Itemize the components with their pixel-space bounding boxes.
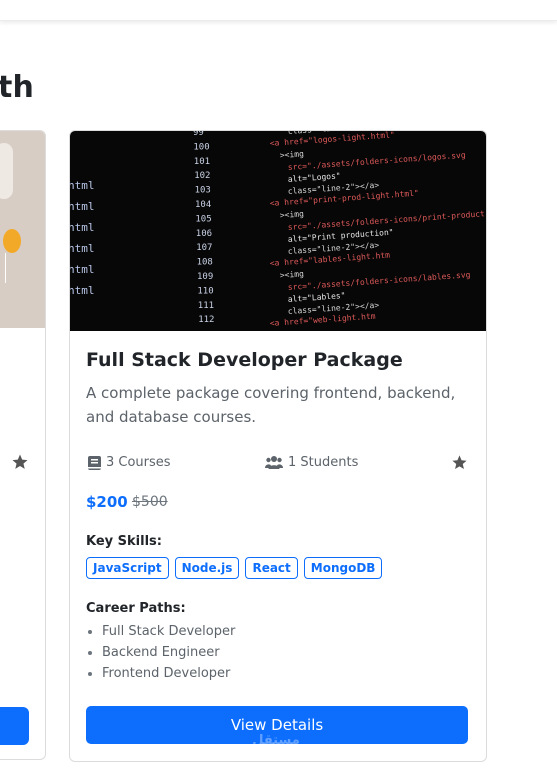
previous-course-card[interactable] <box>0 130 46 760</box>
code-text: html <box>70 200 95 213</box>
line-number: 110 <box>197 286 213 296</box>
line-number: 101 <box>194 157 210 167</box>
code-line: ><img <box>280 269 305 280</box>
career-paths-list: Full Stack Developer Backend Engineer Fr… <box>86 621 235 684</box>
section-title: th <box>0 70 35 105</box>
line-number: 105 <box>195 214 211 224</box>
code-line: alt="Logos" <box>288 171 341 184</box>
list-item: Frontend Developer <box>86 663 235 684</box>
line-number: 102 <box>194 171 210 181</box>
skill-tag: MongoDB <box>303 557 383 579</box>
career-paths-label: Career Paths: <box>86 601 186 616</box>
list-item: Full Stack Developer <box>86 621 235 642</box>
code-screenshot: html html html html html html 99 100 101 102 103 10… <box>70 131 485 328</box>
list-item: Backend Engineer <box>86 642 235 663</box>
course-package-card: html html html html html html 99 100 101 102 103 10… <box>69 130 487 762</box>
line-number: 107 <box>196 243 212 253</box>
watermark-latin: mostaql.com <box>246 746 306 756</box>
line-number: 103 <box>195 186 211 196</box>
code-line: <a href="web-light.htm <box>270 312 377 328</box>
line-number: 112 <box>198 315 214 325</box>
image-shape <box>0 143 13 199</box>
key-skills-label: Key Skills: <box>86 534 162 549</box>
students-label: 1 Students <box>288 455 359 470</box>
watermark-arabic: مستقل <box>252 733 300 748</box>
code-text: html <box>70 179 95 192</box>
code-line: ><img <box>280 209 305 220</box>
code-text: html <box>70 242 95 255</box>
card-description: A complete package covering frontend, ba… <box>86 384 456 426</box>
image-shape <box>3 229 21 253</box>
courses-count: 3 Courses <box>88 455 171 470</box>
book-icon <box>88 455 101 470</box>
card-image: html html html html html html 99 100 101 102 103 10… <box>70 131 486 331</box>
line-number: 99 <box>193 131 204 138</box>
previous-card-button[interactable] <box>0 707 29 745</box>
line-number: 111 <box>198 301 214 311</box>
code-line: ><img <box>280 149 305 160</box>
card-title: Full Stack Developer Package <box>86 349 403 371</box>
star-icon[interactable] <box>451 454 468 471</box>
star-icon[interactable] <box>11 453 29 471</box>
skill-tag: JavaScript <box>86 557 169 579</box>
line-number: 109 <box>197 272 213 282</box>
code-line: src="./assets/folders-icons/lables.svg <box>288 270 471 292</box>
line-number: 108 <box>197 258 213 268</box>
code-text: html <box>70 263 95 276</box>
skills-tags: JavaScript Node.js React MongoDB <box>86 557 383 579</box>
code-line: src="./assets/folders-icons/logos.svg <box>288 151 467 172</box>
skill-tag: React <box>245 557 298 579</box>
original-price: $500 <box>132 494 168 510</box>
top-navbar <box>0 0 557 21</box>
line-number: 106 <box>196 229 212 239</box>
code-text: html <box>70 284 95 297</box>
watermark: مستقل mostaql.com <box>246 733 306 756</box>
line-number: 104 <box>195 200 211 210</box>
previous-card-image <box>0 131 45 328</box>
image-shape <box>5 253 6 283</box>
current-price: $200 <box>86 493 128 511</box>
students-count: 1 Students <box>265 455 358 470</box>
code-line: alt="Lables" <box>288 291 346 304</box>
users-icon <box>265 456 283 469</box>
courses-label: 3 Courses <box>106 455 171 470</box>
code-text: html <box>70 221 95 234</box>
skill-tag: Node.js <box>174 557 240 579</box>
line-number: 100 <box>193 142 209 152</box>
